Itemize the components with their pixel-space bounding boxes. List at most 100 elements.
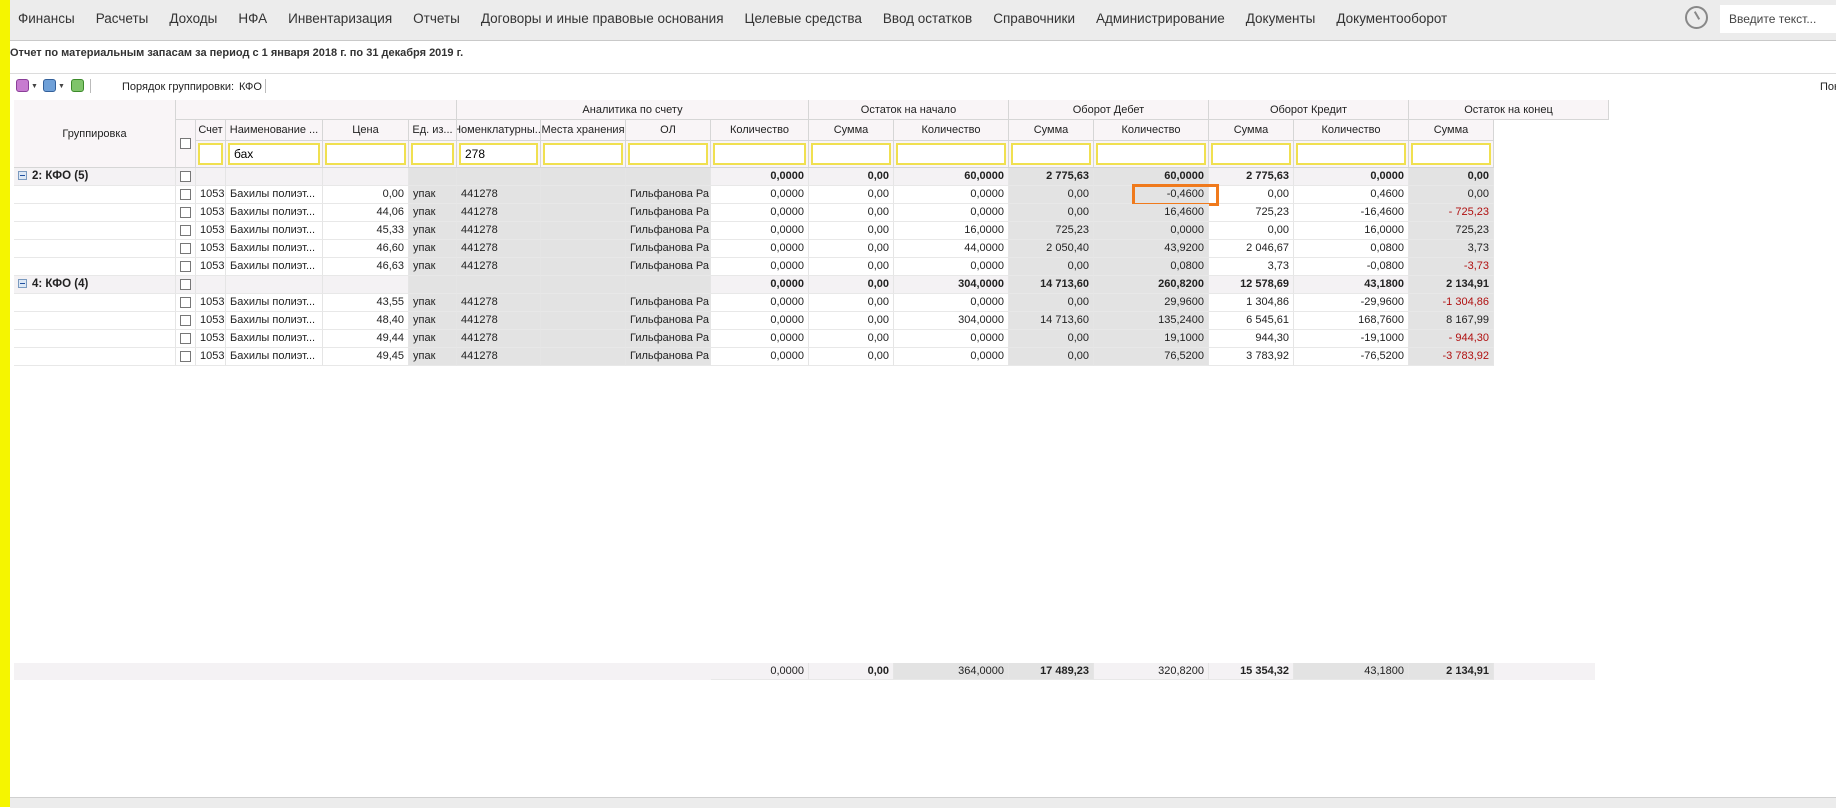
row-checkbox[interactable] [180,243,191,254]
col-header-sum[interactable]: Сумма [1409,120,1494,141]
table-row[interactable]: 10536Бахилы полиэт...49,45упак441278 Гиль… [14,348,1595,366]
col-header-qty[interactable]: Количество [1094,120,1209,141]
grouping-order-value[interactable]: КФО [239,81,262,93]
filter-input-nomen[interactable] [459,143,538,165]
group-checkbox[interactable] [180,171,191,182]
table-row[interactable]: 10536Бахилы полиэт...49,44упак441278 Гиль… [14,330,1595,348]
filter-input-qty[interactable] [896,143,1006,165]
nav-item-1[interactable]: Расчеты [96,11,149,26]
table-row[interactable]: 10536Бахилы полиэт...45,33упак441278 Гиль… [14,222,1595,240]
filter-input-account[interactable] [198,143,223,165]
cell-value: 0,0000 [711,204,809,222]
col-header-storage[interactable]: Места хранения [541,120,626,141]
table-row[interactable]: 10536Бахилы полиэт...43,55упак441278 Гиль… [14,294,1595,312]
nav-item-6[interactable]: Договоры и иные правовые основания [481,11,724,26]
row-checkbox[interactable] [180,315,191,326]
group-total: 14 713,60 [1009,276,1094,294]
cell-value: 304,0000 [894,312,1009,330]
analytics-label: Аналитика по счету [582,103,683,116]
cell-nomen: 441278 [457,294,541,312]
grouping-label: Группировка [62,127,127,140]
filter-input-unit[interactable] [411,143,454,165]
nav-item-0[interactable]: Финансы [18,11,75,26]
row-checkbox[interactable] [180,225,191,236]
filter-input-sum[interactable] [1211,143,1291,165]
filter-input-name[interactable] [228,143,320,165]
nav-item-11[interactable]: Документы [1246,11,1316,26]
col-header-ol[interactable]: ОЛ [626,120,711,141]
row-checkbox[interactable] [180,351,191,362]
cell-ol: Гильфанова Ра... [626,330,711,348]
table-row[interactable]: 10536Бахилы полиэт...44,06упак441278 Гиль… [14,204,1595,222]
col-header-sum[interactable]: Сумма [1209,120,1294,141]
cell-value: 0,0000 [711,348,809,366]
col-header-account[interactable]: Счет [196,120,226,141]
select-all-checkbox-cell[interactable] [176,120,196,168]
cell-account: 10536 [196,240,226,258]
group-checkbox[interactable] [180,279,191,290]
grand-total: 0,0000 [711,663,809,680]
col-header-sum[interactable]: Сумма [809,120,894,141]
cell-value: 0,00 [1009,294,1094,312]
filter-input-sum[interactable] [1411,143,1491,165]
col-header-qty[interactable]: Количество [1294,120,1409,141]
filter-input-qty[interactable] [713,143,806,165]
col-header-qty[interactable]: Количество [894,120,1009,141]
filter-cell [323,141,409,168]
table-row[interactable]: 10536Бахилы полиэт...46,63упак441278 Гиль… [14,258,1595,276]
nav-item-12[interactable]: Документооборот [1336,11,1447,26]
row-checkbox[interactable] [180,189,191,200]
select-all-checkbox[interactable] [180,138,191,149]
filter-input-price[interactable] [325,143,406,165]
collapse-icon[interactable] [18,279,27,288]
grouping-cell [14,294,176,312]
table-row[interactable]: 10536Бахилы полиэт...46,60упак441278 Гиль… [14,240,1595,258]
show-button[interactable]: Пока [1820,81,1836,93]
col-header-name[interactable]: Наименование ... [226,120,323,141]
nav-item-2[interactable]: Доходы [169,11,217,26]
row-checkbox[interactable] [180,333,191,344]
nav-item-9[interactable]: Справочники [993,11,1075,26]
col-header-qty[interactable]: Количество [711,120,809,141]
col-header-grouping[interactable]: Группировка [14,100,176,168]
global-search-input[interactable]: Введите текст... [1720,5,1836,33]
nav-item-7[interactable]: Целевые средства [745,11,862,26]
row-checkbox[interactable] [180,261,191,272]
refresh-button[interactable] [71,79,85,93]
nav-item-5[interactable]: Отчеты [413,11,460,26]
table-row[interactable]: 10536Бахилы полиэт...48,40упак441278 Гиль… [14,312,1595,330]
table-row[interactable]: 10536Бахилы полиэт...0,00упак441278Гильф… [14,186,1595,204]
cell-name: Бахилы полиэт... [226,222,323,240]
filter-input-ol[interactable] [628,143,708,165]
cell-unit: упак [409,204,457,222]
cell-value: 0,0000 [711,258,809,276]
collapse-icon[interactable] [18,171,27,180]
col-header-price[interactable]: Цена [323,120,409,141]
filter-input-sum[interactable] [1011,143,1091,165]
filter-input-storage[interactable] [543,143,623,165]
nav-item-10[interactable]: Администрирование [1096,11,1225,26]
horizontal-scrollbar[interactable] [10,797,1836,808]
col-header-sum[interactable]: Сумма [1009,120,1094,141]
row-checkbox-cell [176,330,196,348]
group-header-debit: Оборот Дебет [1009,100,1209,120]
cell-value: 0,00 [1009,258,1094,276]
clock-icon[interactable] [1685,6,1708,29]
nav-item-8[interactable]: Ввод остатков [883,11,972,26]
nav-item-4[interactable]: Инвентаризация [288,11,392,26]
nav-item-3[interactable]: НФА [238,11,267,26]
filter-input-qty[interactable] [1296,143,1406,165]
filter-input-qty[interactable] [1096,143,1206,165]
row-checkbox[interactable] [180,207,191,218]
col-header-unit[interactable]: Ед. из... [409,120,457,141]
col-header-nomen[interactable]: Номенклатурны... [457,120,541,141]
print-button[interactable]: ▼ [43,79,65,93]
group-empty-cell [226,168,323,186]
cell-value: 3,73 [1209,258,1294,276]
group-toggle[interactable]: 4: КФО (4) [14,276,176,294]
add-button[interactable]: ▼ [16,79,38,93]
cell-name: Бахилы полиэт... [226,258,323,276]
filter-input-sum[interactable] [811,143,891,165]
row-checkbox[interactable] [180,297,191,308]
group-toggle[interactable]: 2: КФО (5) [14,168,176,186]
